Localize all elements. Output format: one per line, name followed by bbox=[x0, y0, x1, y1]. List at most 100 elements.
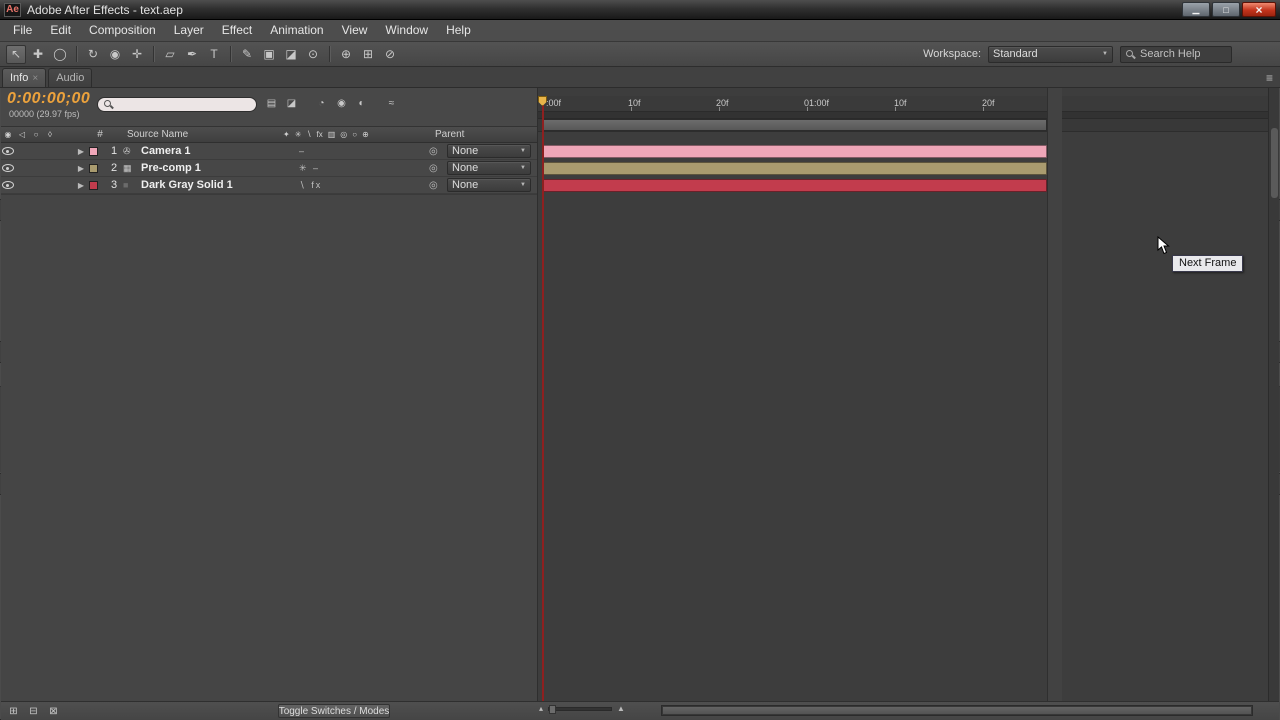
hand-tool-icon[interactable]: ✚ bbox=[28, 45, 48, 64]
layer-color-chip[interactable] bbox=[89, 164, 98, 173]
tab-info[interactable]: Info × bbox=[2, 68, 46, 87]
frame-blend-icon[interactable]: ◉ bbox=[333, 95, 350, 111]
scrollbar-thumb[interactable] bbox=[1271, 128, 1278, 198]
layer-row-precomp[interactable]: ▶ 2 ▦ Pre-comp 1 ✳ ‒ ◎ None ▼ bbox=[1, 160, 537, 177]
close-icon[interactable]: × bbox=[32, 73, 38, 84]
brush-tool-icon[interactable]: ✎ bbox=[237, 45, 257, 64]
graph-editor-icon[interactable]: ≈ bbox=[383, 95, 400, 111]
close-button[interactable]: × bbox=[1242, 2, 1276, 17]
layer-color-chip[interactable] bbox=[89, 147, 98, 156]
column-number: # bbox=[91, 129, 109, 140]
draft-3d-icon[interactable]: ◪ bbox=[283, 95, 300, 111]
minimize-button[interactable]: ▁ bbox=[1182, 2, 1210, 17]
type-tool-icon[interactable]: T bbox=[204, 45, 224, 64]
view-axis-mode-icon[interactable]: ⊘ bbox=[380, 45, 400, 64]
toggle-switches-modes-button[interactable]: Toggle Switches / Modes bbox=[278, 704, 390, 718]
zoom-tool-icon[interactable]: ◯ bbox=[50, 45, 70, 64]
timeline-search-input[interactable] bbox=[97, 97, 257, 112]
puppet-pin-tool-icon[interactable]: ⊙ bbox=[303, 45, 323, 64]
layer-name[interactable]: Pre-comp 1 bbox=[141, 162, 291, 174]
parent-pickwhip-icon[interactable]: ◎ bbox=[429, 146, 447, 157]
tools-toolbar: ↖ ✚ ◯ ↻ ◉ ✛ ▱ ✒ T ✎ ▣ ◪ ⊙ ⊕ ⊞ ⊘ Workspac… bbox=[0, 42, 1280, 67]
layer-switches[interactable]: ∖ fx bbox=[291, 180, 429, 191]
menu-window[interactable]: Window bbox=[376, 20, 437, 41]
ruler-mark: :00f bbox=[546, 98, 561, 108]
layer-duration-bar[interactable] bbox=[543, 145, 1047, 158]
shrink-layer-pane-icon[interactable]: ⊟ bbox=[25, 703, 42, 719]
rotation-tool-icon[interactable]: ↻ bbox=[83, 45, 103, 64]
column-parent[interactable]: Parent bbox=[433, 129, 537, 140]
menu-file[interactable]: File bbox=[4, 20, 41, 41]
restore-button[interactable]: □ bbox=[1212, 2, 1240, 17]
after-effects-window: Ae Adobe After Effects - text.aep ▁ □ × … bbox=[0, 0, 1280, 720]
menu-layer[interactable]: Layer bbox=[165, 20, 213, 41]
world-axis-mode-icon[interactable]: ⊞ bbox=[358, 45, 378, 64]
layer-row-solid[interactable]: ▶ 3 ■ Dark Gray Solid 1 ∖ fx ◎ None ▼ bbox=[1, 177, 537, 194]
menu-view[interactable]: View bbox=[333, 20, 377, 41]
layer-expander[interactable]: ▶ bbox=[73, 164, 89, 173]
search-help-input[interactable]: Search Help bbox=[1120, 46, 1232, 63]
layer-switches[interactable]: ‒ bbox=[291, 146, 429, 156]
menu-animation[interactable]: Animation bbox=[261, 20, 332, 41]
pen-tool-icon[interactable]: ✒ bbox=[182, 45, 202, 64]
mask-shape-tool-icon[interactable]: ▱ bbox=[160, 45, 180, 64]
expand-layer-pane-icon[interactable]: ⊞ bbox=[5, 703, 22, 719]
layer-expander[interactable]: ▶ bbox=[73, 147, 89, 156]
parent-value: None bbox=[452, 162, 478, 174]
parent-value: None bbox=[452, 179, 478, 191]
comp-marker-strip[interactable] bbox=[538, 112, 1268, 119]
timeline-zoom-slider[interactable] bbox=[548, 707, 612, 711]
work-area-row[interactable] bbox=[538, 119, 1268, 132]
effects-switch-icon: fx bbox=[317, 130, 323, 139]
menu-edit[interactable]: Edit bbox=[41, 20, 80, 41]
menu-effect[interactable]: Effect bbox=[213, 20, 261, 41]
parent-pickwhip-icon[interactable]: ◎ bbox=[429, 180, 447, 191]
parent-select[interactable]: None ▼ bbox=[447, 161, 531, 175]
column-source-name[interactable]: Source Name bbox=[127, 129, 277, 140]
timeline-horizontal-scrollbar[interactable] bbox=[661, 705, 1253, 716]
search-help-placeholder: Search Help bbox=[1140, 48, 1201, 60]
panel-menu-icon[interactable]: ≡ bbox=[1261, 71, 1278, 85]
layer-visibility-toggle[interactable] bbox=[2, 181, 14, 189]
motion-blur-icon[interactable]: ◐ bbox=[353, 95, 370, 111]
menu-help[interactable]: Help bbox=[437, 20, 480, 41]
tab-audio[interactable]: Audio bbox=[48, 68, 92, 87]
layer-color-chip[interactable] bbox=[89, 181, 98, 190]
comp-mini-flowchart-icon[interactable]: ▤ bbox=[263, 95, 280, 111]
comp-flowchart-icon[interactable]: ⊠ bbox=[45, 703, 62, 719]
selection-tool-icon[interactable]: ↖ bbox=[6, 45, 26, 64]
pan-behind-tool-icon[interactable]: ✛ bbox=[127, 45, 147, 64]
layer-duration-bar[interactable] bbox=[543, 162, 1047, 175]
lock-column-icon: ◊ bbox=[43, 130, 57, 139]
hide-shy-layers-icon[interactable]: ◔ bbox=[313, 95, 330, 111]
layer-expander[interactable]: ▶ bbox=[73, 181, 89, 190]
parent-pickwhip-icon[interactable]: ◎ bbox=[429, 163, 447, 174]
zoom-in-icon[interactable]: ▲ bbox=[617, 704, 625, 713]
scrollbar-thumb[interactable] bbox=[663, 707, 1251, 714]
unified-camera-tool-icon[interactable]: ◉ bbox=[105, 45, 125, 64]
layer-visibility-toggle[interactable] bbox=[2, 147, 14, 155]
timeline-vertical-scrollbar[interactable] bbox=[1268, 88, 1279, 701]
video-column-icon: ◉ bbox=[1, 130, 15, 139]
parent-select[interactable]: None ▼ bbox=[447, 178, 531, 192]
layer-switches[interactable]: ✳ ‒ bbox=[291, 163, 429, 174]
clone-stamp-tool-icon[interactable]: ▣ bbox=[259, 45, 279, 64]
layer-name[interactable]: Dark Gray Solid 1 bbox=[141, 179, 291, 191]
workspace-label: Workspace: bbox=[923, 48, 981, 60]
layer-name[interactable]: Camera 1 bbox=[141, 145, 291, 157]
parent-select[interactable]: None ▼ bbox=[447, 144, 531, 158]
time-ruler[interactable]: :00f 10f 20f 01:00f 10f 20f bbox=[538, 96, 1268, 112]
layer-row-camera[interactable]: ▶ 1 ✇ Camera 1 ‒ ◎ None ▼ bbox=[1, 143, 537, 160]
app-icon: Ae bbox=[4, 3, 21, 17]
zoom-slider-thumb[interactable] bbox=[549, 705, 556, 714]
zoom-out-icon[interactable]: ▴ bbox=[539, 704, 543, 713]
local-axis-mode-icon[interactable]: ⊕ bbox=[336, 45, 356, 64]
layer-duration-bar[interactable] bbox=[543, 179, 1047, 192]
work-area-bar[interactable] bbox=[543, 119, 1047, 131]
layer-visibility-toggle[interactable] bbox=[2, 164, 14, 172]
current-time-field[interactable]: 0:00:00;00 bbox=[7, 90, 90, 108]
menu-composition[interactable]: Composition bbox=[80, 20, 165, 41]
eraser-tool-icon[interactable]: ◪ bbox=[281, 45, 301, 64]
workspace-select[interactable]: Standard ▼ bbox=[988, 46, 1113, 63]
solo-column-icon: ○ bbox=[29, 130, 43, 139]
